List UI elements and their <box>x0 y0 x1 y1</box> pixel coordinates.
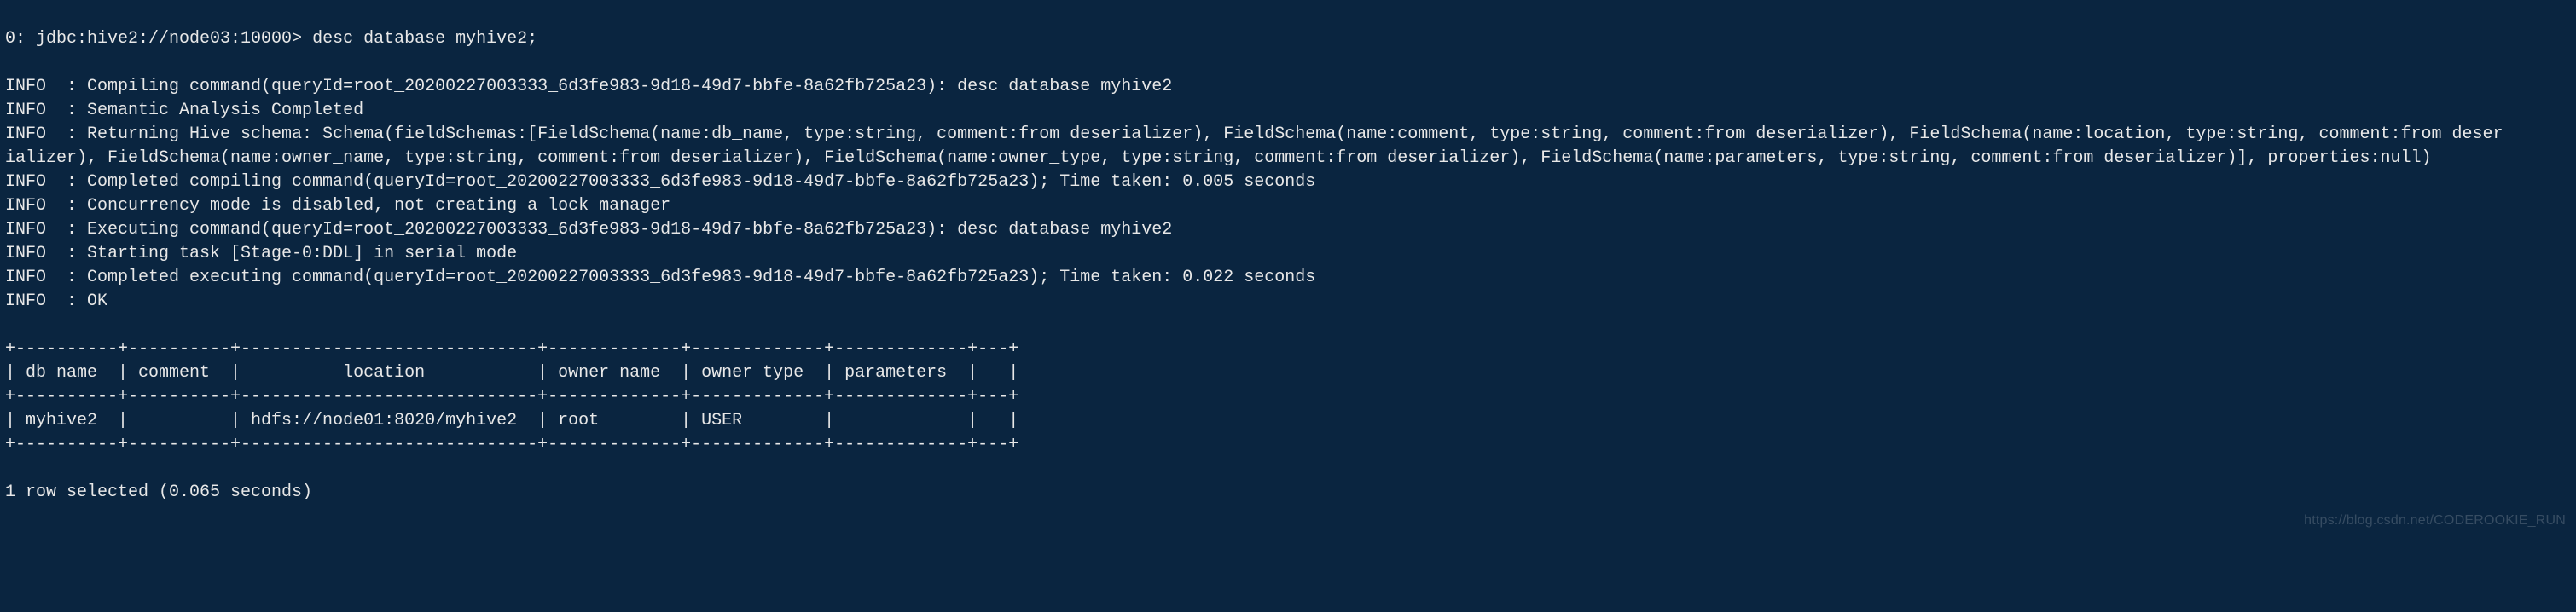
log-line: INFO : Concurrency mode is disabled, not… <box>5 194 2571 218</box>
table-separator: +----------+----------+-----------------… <box>5 385 2571 409</box>
log-line: INFO : Compiling command(queryId=root_20… <box>5 75 2571 99</box>
log-line: INFO : Semantic Analysis Completed <box>5 99 2571 123</box>
log-line: INFO : Completed executing command(query… <box>5 266 2571 290</box>
terminal-output: 0: jdbc:hive2://node03:10000> desc datab… <box>0 0 2576 556</box>
watermark: https://blog.csdn.net/CODEROOKIE_RUN <box>2304 511 2566 530</box>
row-count-footer: 1 row selected (0.065 seconds) <box>5 481 2571 505</box>
result-table: +----------+----------+-----------------… <box>5 338 2571 457</box>
table-row: | myhive2 | | hdfs://node01:8020/myhive2… <box>5 409 2571 433</box>
table-separator: +----------+----------+-----------------… <box>5 433 2571 457</box>
connection-prefix: 0: jdbc:hive2://node03:10000> <box>5 29 312 49</box>
log-line: ializer), FieldSchema(name:owner_name, t… <box>5 147 2571 170</box>
log-line: INFO : Starting task [Stage-0:DDL] in se… <box>5 242 2571 266</box>
table-header-row: | db_name | comment | location | owner_n… <box>5 361 2571 385</box>
log-line: INFO : Returning Hive schema: Schema(fie… <box>5 123 2571 147</box>
log-line: INFO : OK <box>5 290 2571 314</box>
sql-command: desc database myhive2; <box>312 29 537 49</box>
log-line: INFO : Executing command(queryId=root_20… <box>5 218 2571 242</box>
log-line: INFO : Completed compiling command(query… <box>5 170 2571 194</box>
log-block: INFO : Compiling command(queryId=root_20… <box>5 75 2571 314</box>
prompt-line[interactable]: 0: jdbc:hive2://node03:10000> desc datab… <box>5 27 2571 51</box>
table-separator: +----------+----------+-----------------… <box>5 338 2571 361</box>
